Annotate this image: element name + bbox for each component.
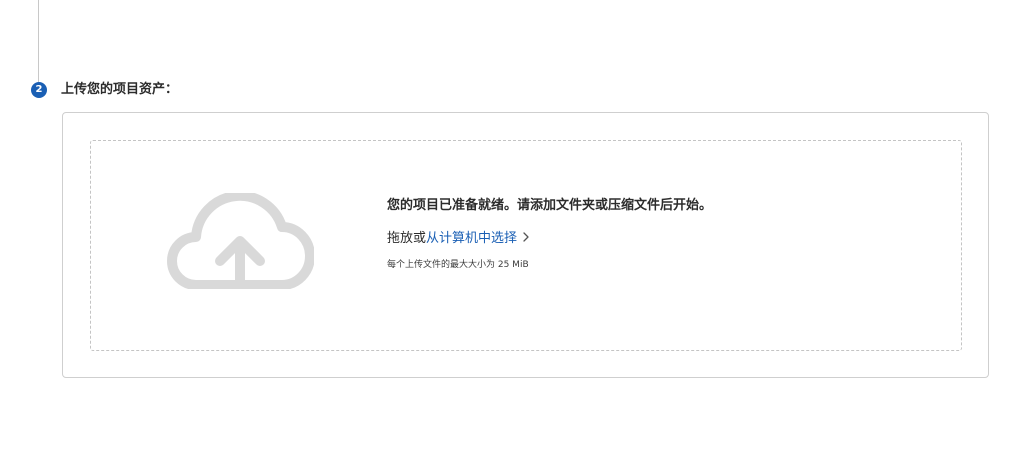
drag-drop-text: 拖放或 (387, 231, 427, 246)
step-number-badge: 2 (31, 82, 47, 98)
cloud-upload-icon (167, 193, 314, 289)
step-connector-line (38, 0, 39, 82)
ready-message: 您的项目已准备就绪。请添加文件夹或压缩文件后开始。 (387, 198, 713, 213)
upload-page: 2 上传您的项目资产： 您的项目已准备就绪。请添加文件夹或压缩文件后开始。 拖放… (0, 0, 1024, 453)
choose-row: 拖放或从计算机中选择 (387, 229, 947, 249)
step-title: 上传您的项目资产： (61, 82, 179, 97)
chevron-right-icon[interactable] (521, 231, 531, 243)
upload-size-limit: 每个上传文件的最大大小为 25 MiB (387, 260, 529, 270)
file-drop-zone[interactable]: 您的项目已准备就绪。请添加文件夹或压缩文件后开始。 拖放或从计算机中选择 每个上… (90, 140, 962, 351)
choose-from-computer-link[interactable]: 从计算机中选择 (426, 231, 517, 246)
upload-instructions: 您的项目已准备就绪。请添加文件夹或压缩文件后开始。 拖放或从计算机中选择 每个上… (387, 196, 947, 272)
upload-card: 您的项目已准备就绪。请添加文件夹或压缩文件后开始。 拖放或从计算机中选择 每个上… (62, 112, 989, 378)
